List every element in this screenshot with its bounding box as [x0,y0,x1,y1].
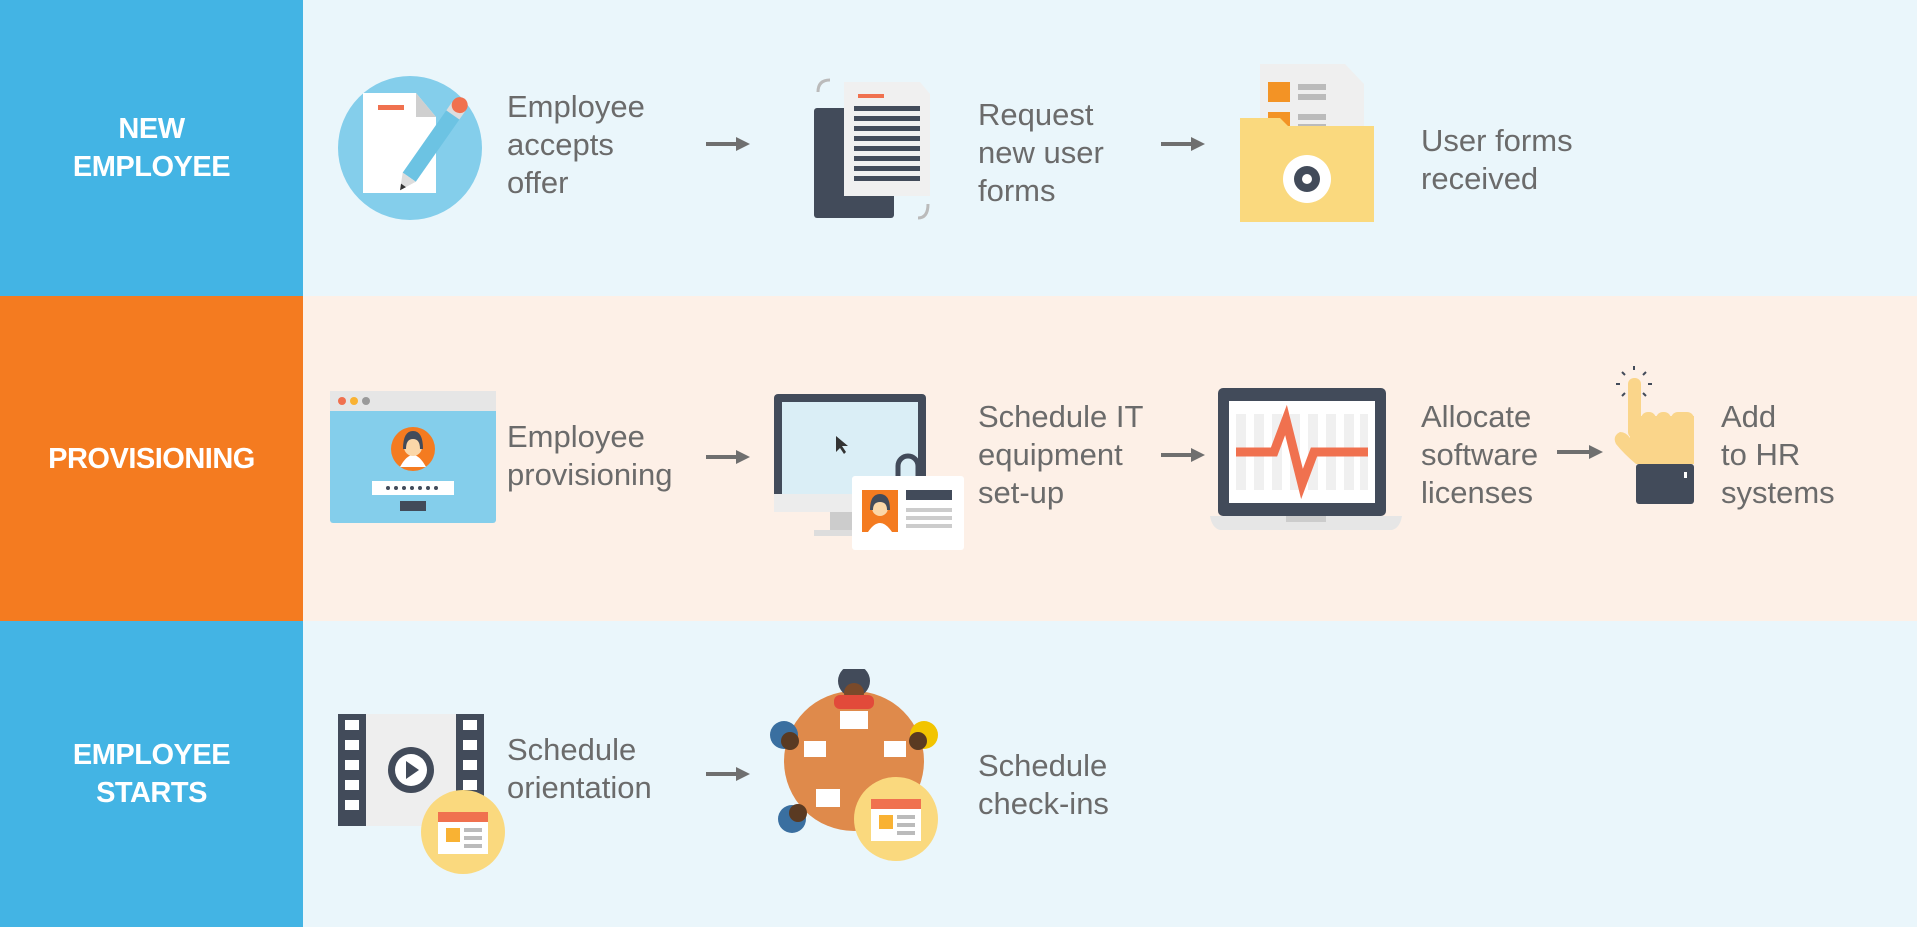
step-label-line: software [1421,437,1539,472]
lane-label-line: NEW [118,113,185,145]
step-label-line: forms [978,173,1056,208]
meeting-table-calendar-icon [770,669,938,861]
lane-label-line: EMPLOYEE [72,739,231,771]
step-user-forms-received: User forms received [1421,122,1573,198]
step-label-line: orientation [507,770,652,805]
lane-employee-starts: EMPLOYEE STARTS Schedule orientation Sched… [0,621,1917,927]
pointing-hand-icon [1614,366,1694,504]
lane-label-employee-starts: EMPLOYEE STARTS [0,621,303,927]
step-label-line: offer [507,165,569,200]
film-calendar-icon [338,714,505,874]
folder-gear-icon [1240,64,1374,222]
lane-label-provisioning: PROVISIONING [0,296,303,621]
step-label-line: Schedule IT [978,399,1144,434]
arrow-right-icon [1161,448,1205,462]
step-request-new-user-forms: Request new user forms [978,96,1104,210]
step-label-line: accepts [507,127,614,162]
step-label-line: systems [1721,475,1835,510]
step-label-line: Request [978,97,1094,132]
step-schedule-check-ins: Schedule check-ins [978,747,1109,823]
step-schedule-orientation: Schedule orientation [507,731,652,807]
step-label-line: User forms [1421,123,1573,158]
browser-login-icon [330,391,496,523]
step-employee-accepts-offer: Employee accepts offer [507,88,645,202]
step-add-to-hr-systems: Add to HR systems [1721,398,1835,512]
step-label-line: set-up [978,475,1065,510]
step-label-line: check-ins [978,786,1109,821]
step-label-line: Employee [507,419,645,454]
step-label-line: provisioning [507,457,673,492]
arrow-right-icon [1161,137,1205,151]
step-label-line: Allocate [1421,399,1532,434]
step-label-line: equipment [978,437,1123,472]
step-label-line: licenses [1421,475,1533,510]
arrow-right-icon [706,450,750,464]
step-label-line: Add [1721,399,1777,434]
arrow-right-icon [706,767,750,781]
step-label-line: Employee [507,89,645,124]
lane-label-line: EMPLOYEE [72,151,231,183]
arrow-right-icon [706,137,750,151]
step-schedule-it-equipment-setup: Schedule IT equipment set-up [978,398,1143,512]
arrow-right-icon [1557,445,1603,459]
document-pencil-icon [338,76,482,220]
lane-label-new-employee: NEW EMPLOYEE [0,0,303,296]
laptop-chart-icon [1210,388,1402,530]
step-label-line: received [1421,161,1539,196]
lane-label-line: PROVISIONING [48,442,255,475]
lane-provisioning: PROVISIONING Employee provisioning Schedu… [0,296,1917,621]
lane-label-line: STARTS [96,777,207,809]
step-label-line: to HR [1721,437,1801,472]
step-allocate-software-licenses: Allocate software licenses [1421,398,1538,512]
step-employee-provisioning: Employee provisioning [507,418,672,494]
monitor-id-badge-icon [774,394,964,550]
step-label-line: Schedule [507,732,637,767]
step-label-line: Schedule [978,748,1108,783]
lane-new-employee: NEW EMPLOYEE Employee accepts offer Request… [0,0,1917,296]
forms-document-icon [814,78,930,220]
step-label-line: new user [978,135,1104,170]
